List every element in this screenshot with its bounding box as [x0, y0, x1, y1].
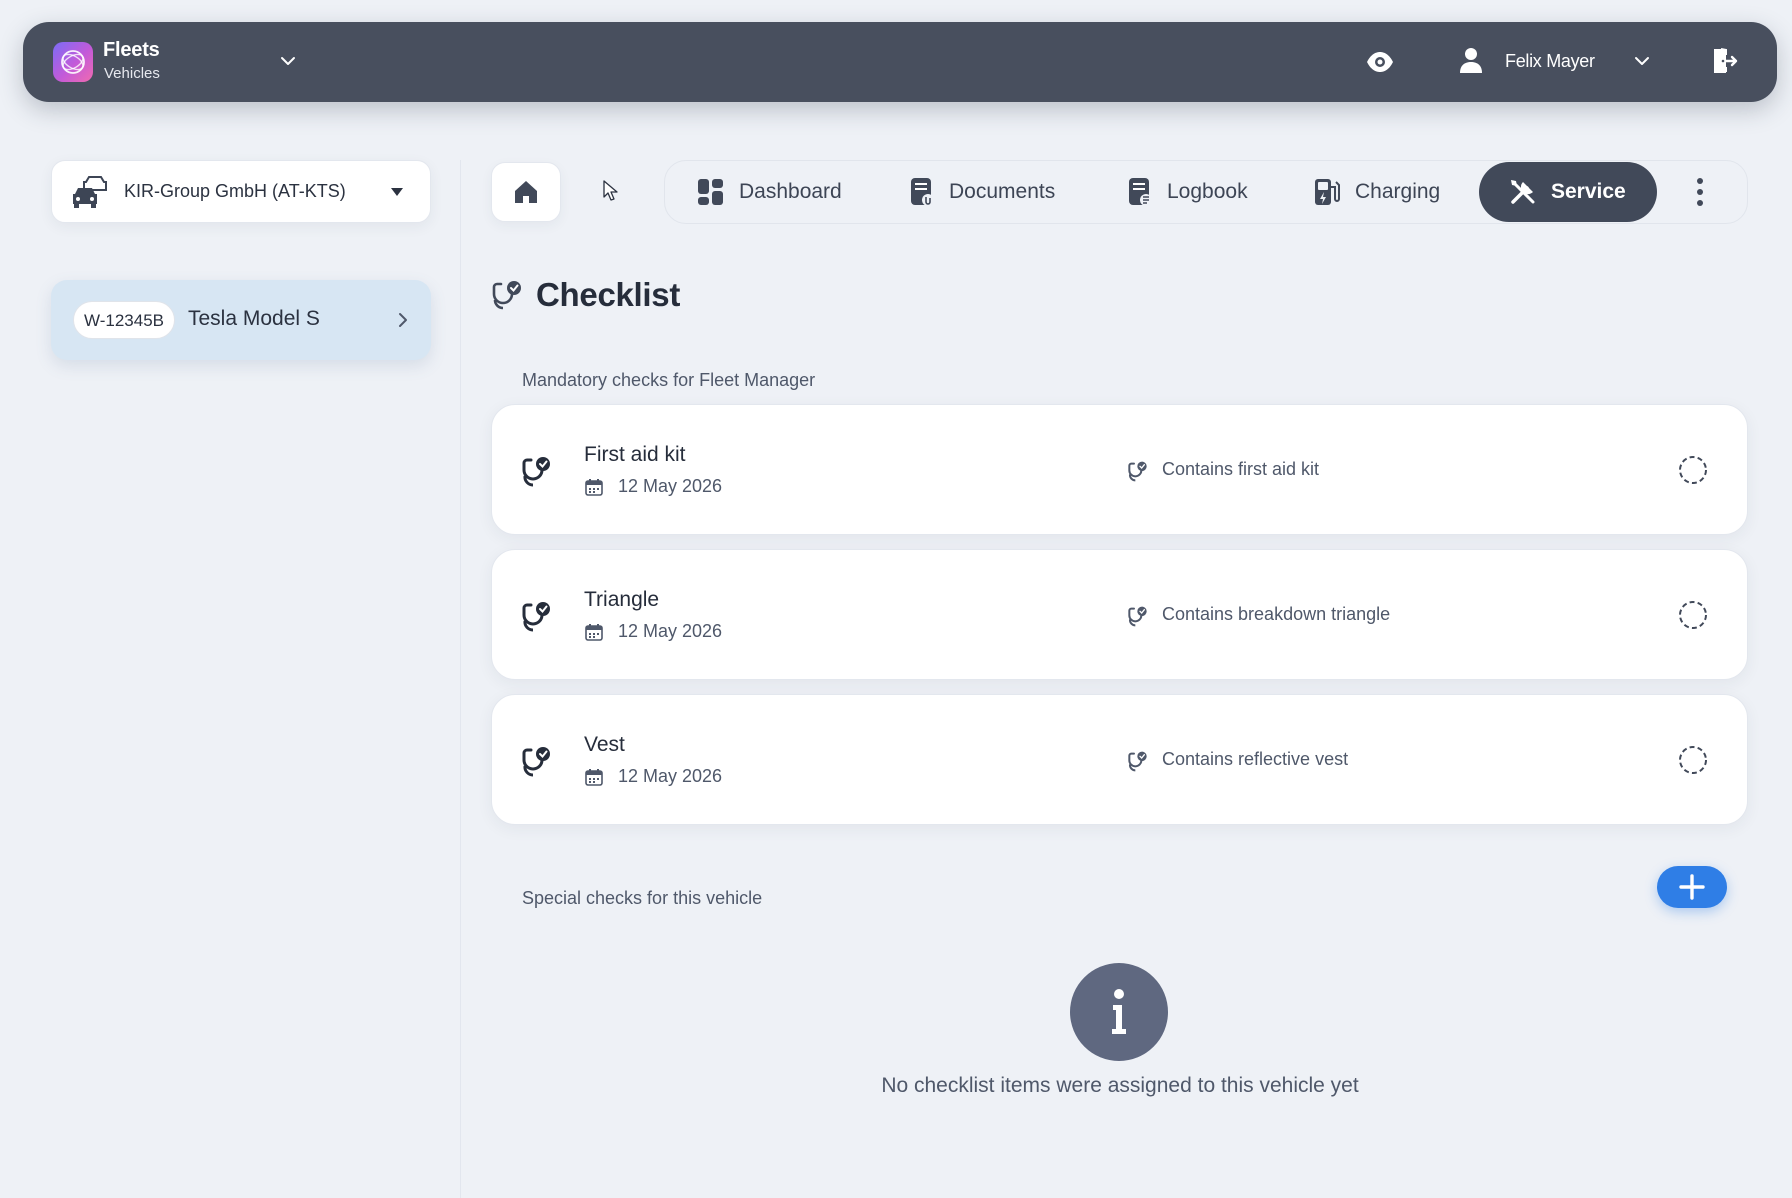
checklist-icon	[522, 745, 552, 777]
tab-dashboard[interactable]: Dashboard	[697, 161, 842, 223]
user-name[interactable]: Felix Mayer	[1505, 51, 1595, 72]
tab-label: Dashboard	[739, 180, 842, 203]
empty-state-message: No checklist items were assigned to this…	[881, 1074, 1359, 1097]
service-tools-icon	[1511, 180, 1535, 204]
pending-status-icon[interactable]	[1678, 455, 1708, 485]
caret-down-icon	[390, 187, 404, 197]
checklist-icon	[522, 455, 552, 487]
checklist-item-date: 12 May 2026	[618, 476, 723, 496]
checklist-requirement-icon	[1128, 460, 1148, 482]
app-switcher-chevron-icon[interactable]	[279, 52, 297, 70]
checklist-item-title: Vest	[584, 733, 625, 756]
user-icon[interactable]	[1460, 47, 1482, 75]
app-name: Fleets	[103, 39, 160, 61]
documents-icon	[911, 178, 934, 206]
tab-label: Charging	[1355, 180, 1441, 203]
checklist-item-title: Triangle	[584, 588, 660, 611]
more-options-icon[interactable]	[1695, 177, 1705, 207]
vehicle-list-item[interactable]: W-12345B Tesla Model S	[51, 280, 431, 360]
vehicle-name: Tesla Model S	[188, 307, 320, 330]
checklist-item[interactable]: Triangle 12 May 2026 Contains breakdown …	[491, 549, 1748, 680]
checklist-item-date: 12 May 2026	[618, 621, 723, 641]
checklist-item-title: First aid kit	[584, 443, 686, 466]
checklist-item-requirement: Contains reflective vest	[1162, 749, 1349, 769]
home-icon	[515, 181, 537, 203]
checklist-requirement-icon	[1128, 605, 1148, 627]
section-label-special: Special checks for this vehicle	[522, 888, 763, 908]
fleets-logo-icon	[61, 50, 85, 74]
charging-icon	[1315, 179, 1340, 205]
chevron-right-icon	[397, 311, 409, 329]
logbook-icon	[1129, 178, 1152, 206]
dashboard-icon	[698, 179, 723, 205]
plus-icon	[1679, 874, 1705, 900]
tab-label: Service	[1551, 180, 1626, 203]
checklist-item-requirement: Contains first aid kit	[1162, 459, 1320, 479]
user-menu-chevron-icon[interactable]	[1633, 52, 1651, 70]
top-bar: Fleets Vehicles Felix Mayer	[23, 22, 1777, 102]
info-icon	[1070, 963, 1168, 1061]
checklist-item-date: 12 May 2026	[618, 766, 723, 786]
checklist-item-requirement: Contains breakdown triangle	[1162, 604, 1391, 624]
home-button[interactable]	[491, 162, 561, 222]
checklist-icon	[492, 280, 522, 310]
eye-icon[interactable]	[1366, 49, 1394, 75]
checklist-icon	[522, 600, 552, 632]
tab-label: Logbook	[1167, 180, 1248, 203]
add-check-button[interactable]	[1657, 866, 1727, 908]
tab-charging[interactable]: Charging	[1313, 161, 1440, 223]
page-title: Checklist	[536, 276, 681, 313]
tab-bar: Dashboard Documents Logbook Charging Ser…	[664, 160, 1748, 224]
section-label-mandatory: Mandatory checks for Fleet Manager	[522, 370, 816, 390]
tab-logbook[interactable]: Logbook	[1127, 161, 1248, 223]
tab-documents[interactable]: Documents	[909, 161, 1055, 223]
mouse-cursor-icon	[603, 180, 619, 202]
company-select-value: KIR-Group GmbH (AT-KTS)	[124, 181, 346, 201]
company-select[interactable]: KIR-Group GmbH (AT-KTS)	[51, 160, 431, 223]
tab-label: Documents	[949, 180, 1056, 203]
checklist-item[interactable]: First aid kit 12 May 2026 Contains first…	[491, 404, 1748, 535]
logout-icon[interactable]	[1712, 47, 1738, 75]
calendar-icon	[585, 768, 603, 786]
app-module: Vehicles	[104, 65, 160, 82]
checklist-requirement-icon	[1128, 750, 1148, 772]
calendar-icon	[585, 623, 603, 641]
pending-status-icon[interactable]	[1678, 745, 1708, 775]
tab-service[interactable]: Service	[1479, 162, 1657, 222]
checklist-item[interactable]: Vest 12 May 2026 Contains reflective ves…	[491, 694, 1748, 825]
sidebar-divider	[460, 160, 461, 1198]
pending-status-icon[interactable]	[1678, 600, 1708, 630]
license-plate-badge: W-12345B	[73, 301, 176, 339]
calendar-icon	[585, 478, 603, 496]
fleet-cars-icon	[72, 176, 108, 210]
app-logo[interactable]	[53, 42, 93, 82]
